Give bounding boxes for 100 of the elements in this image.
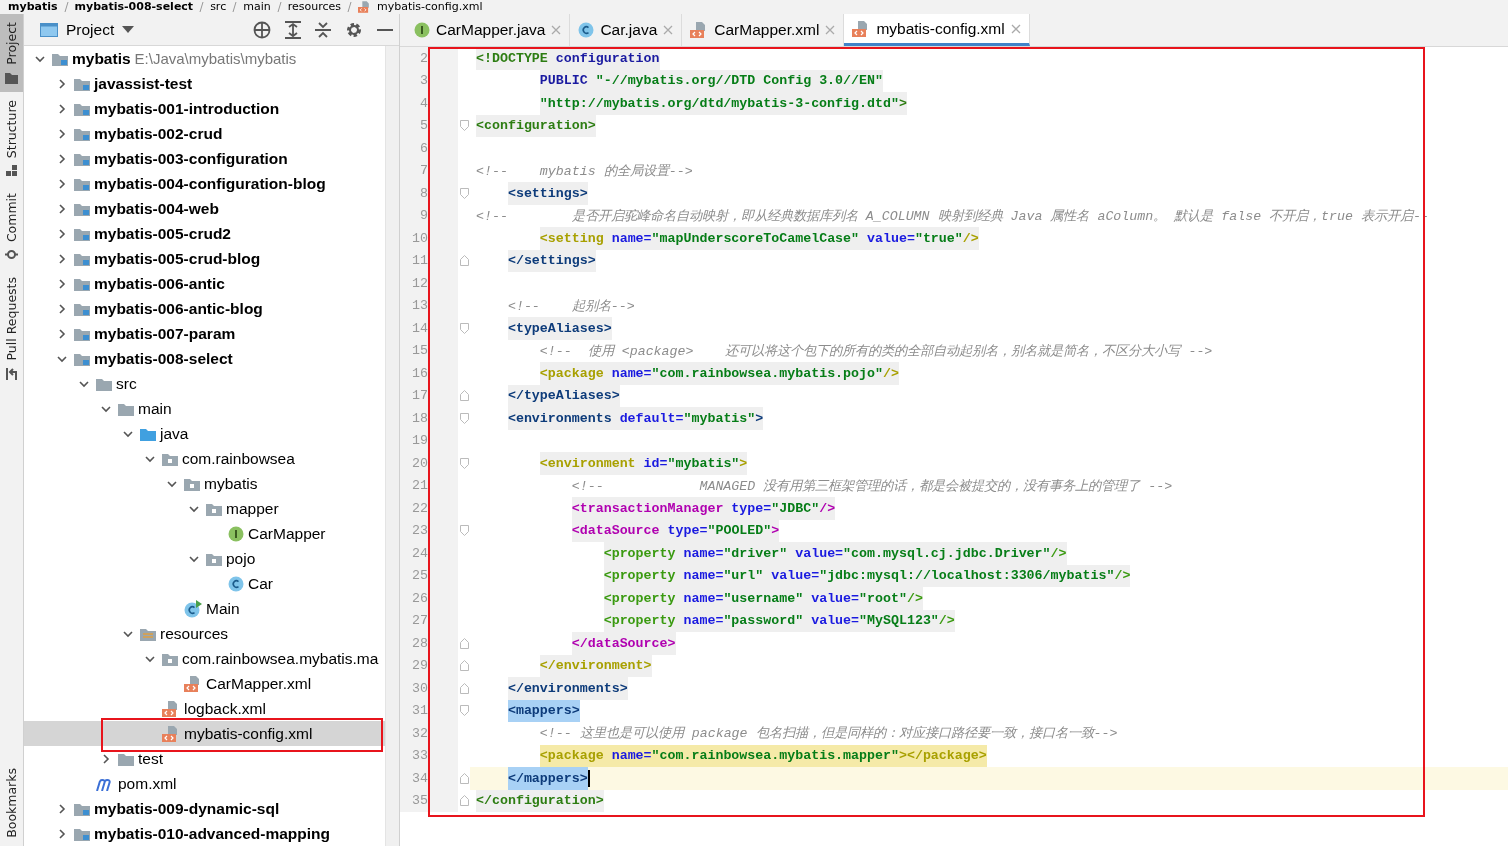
editor-tab[interactable]: Car.java — [570, 14, 683, 46]
fold-start-icon[interactable] — [459, 412, 469, 424]
tree-item[interactable]: java — [24, 421, 385, 446]
close-icon[interactable] — [825, 25, 836, 35]
folder-icon — [118, 401, 134, 416]
tree-item[interactable]: mybatis-007-param — [24, 321, 385, 346]
code-text: PUBLIC "-//mybatis.org//DTD Config 3.0//EN" — [539, 69, 883, 92]
fold-end-icon[interactable] — [459, 390, 469, 402]
breadcrumb-separator-icon — [276, 2, 282, 12]
tool-window-button[interactable]: Pull Requests — [0, 269, 23, 388]
tool-window-button[interactable]: Project — [0, 14, 23, 92]
tree-item[interactable]: mybatis — [24, 471, 385, 496]
tree-item[interactable]: mybatis-006-antic — [24, 271, 385, 296]
tree-item[interactable]: CarMapper.xml — [24, 671, 385, 696]
tree-item[interactable]: javassist-test — [24, 71, 385, 96]
fold-end-icon[interactable] — [459, 255, 469, 267]
tree-item[interactable]: resources — [24, 621, 385, 646]
code-text: <configuration> — [476, 114, 596, 137]
tree-item[interactable]: mybatis-009-dynamic-sql — [24, 796, 385, 821]
fold-start-icon[interactable] — [459, 322, 469, 334]
tree-item[interactable]: mybatis E:\Java\mybatis\mybatis — [24, 46, 385, 71]
module-path: E:\Java\mybatis\mybatis — [134, 50, 297, 67]
settings-icon[interactable] — [345, 20, 363, 39]
breadcrumb-item[interactable]: src — [210, 0, 227, 14]
tree-item[interactable]: mybatis-001-introduction — [24, 96, 385, 121]
tree-item[interactable]: com.rainbowsea — [24, 446, 385, 471]
editor-tab[interactable]: CarMapper.java — [406, 14, 571, 46]
tree-item[interactable]: mybatis-010-advanced-mapping — [24, 821, 385, 846]
code-comment: <!-- 这里也是可以使用 package 包名扫描，但是同样的：对应接口路径要一致，接口名一致--> — [539, 725, 1118, 744]
line-number: 34 — [400, 767, 458, 790]
breadcrumb-item[interactable]: mybatis-config.xml — [377, 0, 483, 14]
code-text: <dataSource type="POOLED"> — [571, 519, 780, 542]
tree-item[interactable]: main — [24, 396, 385, 421]
window-icon — [40, 21, 58, 38]
fold-end-icon[interactable] — [459, 660, 469, 672]
code-text: </dataSource> — [571, 632, 676, 655]
tree-item[interactable]: mybatis-004-web — [24, 196, 385, 221]
code-text: <settings> — [507, 182, 588, 205]
package-folder-icon — [162, 451, 178, 466]
breadcrumb-item[interactable]: resources — [287, 0, 341, 14]
line-number: 32 — [400, 722, 458, 745]
folder-icon — [118, 751, 134, 766]
close-icon[interactable] — [551, 25, 562, 35]
fold-end-icon[interactable] — [459, 682, 469, 694]
fold-end-icon[interactable] — [459, 795, 469, 807]
breadcrumb-separator-icon — [199, 2, 205, 12]
tree-item[interactable]: src — [24, 371, 385, 396]
tree-item[interactable]: com.rainbowsea.mybatis.ma — [24, 646, 385, 671]
tree-item[interactable]: mybatis-002-crud — [24, 121, 385, 146]
folder-icon — [96, 376, 112, 391]
breadcrumb-separator-icon — [347, 2, 352, 12]
module-folder-icon — [74, 126, 90, 141]
tool-window-button[interactable]: Structure — [0, 91, 23, 185]
tree-item[interactable]: mybatis-005-crud-blog — [24, 246, 385, 271]
fold-start-icon[interactable] — [459, 705, 469, 717]
line-number: 6 — [400, 137, 458, 160]
fold-start-icon[interactable] — [459, 525, 469, 537]
xml-file-icon — [162, 725, 180, 742]
line-number: 22 — [400, 497, 458, 520]
tool-window-button[interactable]: Bookmarks — [0, 760, 23, 846]
tree-item[interactable]: mybatis-config.xml — [24, 721, 385, 746]
tree-item[interactable]: mybatis-008-select — [24, 346, 385, 371]
project-view-selector[interactable]: Project — [40, 20, 135, 39]
text-caret — [587, 769, 590, 787]
line-number: 12 — [400, 272, 458, 295]
tree-item[interactable]: pom.xml — [24, 771, 385, 796]
locate-icon[interactable] — [253, 20, 271, 39]
fold-start-icon[interactable] — [459, 187, 469, 199]
close-icon[interactable] — [663, 25, 674, 35]
breadcrumb-item[interactable]: main — [243, 0, 271, 14]
expand-all-icon[interactable] — [285, 20, 301, 39]
code-text: <environments default="mybatis"> — [507, 407, 764, 430]
line-number: 14 — [400, 317, 458, 340]
tree-item[interactable]: mybatis-004-configuration-blog — [24, 171, 385, 196]
scrollbar-track[interactable] — [385, 46, 399, 846]
interface-icon — [414, 22, 430, 38]
xml-file-icon — [358, 1, 371, 13]
tree-item[interactable]: mapper — [24, 496, 385, 521]
tree-item[interactable]: mybatis-006-antic-blog — [24, 296, 385, 321]
module-folder-icon — [74, 826, 90, 841]
tree-item[interactable]: CarMapper — [24, 521, 385, 546]
fold-start-icon[interactable] — [459, 120, 469, 132]
fold-start-icon[interactable] — [459, 457, 469, 469]
tree-item[interactable]: pojo — [24, 546, 385, 571]
tree-item[interactable]: test — [24, 746, 385, 771]
tree-item[interactable]: Main — [24, 596, 385, 621]
code-text: <mappers> — [507, 699, 580, 722]
collapse-all-icon[interactable] — [315, 20, 331, 39]
breadcrumb-item[interactable]: mybatis — [8, 0, 58, 14]
fold-end-icon[interactable] — [459, 772, 469, 784]
tree-item[interactable]: mybatis-005-crud2 — [24, 221, 385, 246]
tree-item[interactable]: Car — [24, 571, 385, 596]
line-number: 28 — [400, 632, 458, 655]
tool-window-button[interactable]: Commit — [0, 184, 23, 270]
editor-tab[interactable]: mybatis-config.xml — [844, 14, 1030, 46]
fold-end-icon[interactable] — [459, 637, 469, 649]
tree-item[interactable]: mybatis-003-configuration — [24, 146, 385, 171]
breadcrumb-item[interactable]: mybatis-008-select — [74, 0, 194, 14]
close-icon[interactable] — [1010, 23, 1021, 34]
tree-item[interactable]: logback.xml — [24, 696, 385, 721]
